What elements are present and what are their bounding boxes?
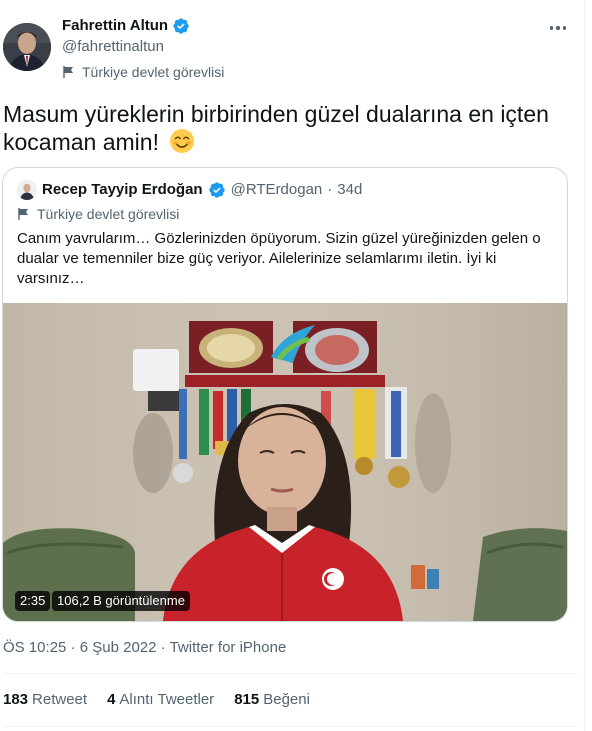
video-duration-badge: 2:35 bbox=[15, 591, 51, 611]
tweet-time[interactable]: ÖS 10:25 bbox=[3, 639, 66, 656]
quoted-tweet-card[interactable]: Recep Tayyip Erdoğan @RTErdogan · 34d Tü… bbox=[2, 167, 568, 622]
quoted-flag-icon bbox=[18, 208, 28, 220]
more-options-icon[interactable] bbox=[540, 16, 576, 40]
author-names: Fahrettin Altun @fahrettinaltun Türkiye … bbox=[62, 16, 224, 82]
quotes-count: 4 bbox=[107, 691, 116, 708]
tweet-text-line-1: Masum yüreklerin birbirinden güzel duala… bbox=[3, 101, 549, 127]
video-player[interactable]: 2:35 106,2 B görüntülenme bbox=[3, 303, 567, 621]
quoted-author-government-label: Türkiye devlet görevlisi bbox=[17, 204, 179, 224]
quoted-author-handle: @RTErdogan bbox=[230, 181, 323, 198]
tweet-source-link[interactable]: Twitter for iPhone bbox=[170, 639, 287, 656]
quoted-verified-badge-icon bbox=[208, 182, 225, 198]
tweet-stats-row: 183 Retweet 4 Alıntı Tweetler 815 Beğeni bbox=[3, 690, 310, 710]
quoted-author-name: Recep Tayyip Erdoğan bbox=[42, 181, 203, 198]
likes-label: Beğeni bbox=[263, 691, 310, 708]
quoted-author-avatar bbox=[17, 180, 37, 200]
meta-separator-1: · bbox=[70, 639, 76, 656]
divider-bottom bbox=[3, 726, 578, 727]
quotes-label: Alıntı Tweetler bbox=[119, 691, 215, 708]
tweet-date[interactable]: 6 Şub 2022 bbox=[80, 639, 157, 656]
author-avatar[interactable] bbox=[3, 23, 51, 71]
quoted-tweet-text: Canım yavrularım… Gözlerinizden öpüyorum… bbox=[17, 230, 541, 287]
quoted-tweet-header: Recep Tayyip Erdoğan @RTErdogan · 34d bbox=[17, 180, 362, 200]
likes-stat[interactable]: 815 Beğeni bbox=[234, 690, 310, 710]
author-display-name[interactable]: Fahrettin Altun bbox=[62, 16, 168, 36]
tweet-author-header: Fahrettin Altun @fahrettinaltun Türkiye … bbox=[0, 10, 584, 80]
quoted-separator: · bbox=[327, 181, 333, 198]
tweet-timestamp-row: ÖS 10:25 · 6 Şub 2022 · Twitter for iPho… bbox=[3, 638, 286, 658]
retweets-stat[interactable]: 183 Retweet bbox=[3, 690, 87, 710]
tweet-text-line-2-text: kocaman amin! bbox=[3, 129, 159, 155]
author-handle[interactable]: @fahrettinaltun bbox=[62, 37, 224, 57]
quoted-label-text: Türkiye devlet görevlisi bbox=[37, 206, 180, 222]
tweet-text-line-2: kocaman amin! bbox=[3, 128, 578, 156]
smiling-face-emoji-icon bbox=[170, 129, 195, 153]
quoted-tweet-age: 34d bbox=[337, 181, 363, 198]
retweets-label: Retweet bbox=[32, 691, 88, 708]
author-government-label: Türkiye devlet görevlisi bbox=[62, 62, 224, 82]
meta-separator-2: · bbox=[160, 639, 166, 656]
verified-badge-icon bbox=[173, 18, 189, 34]
divider bbox=[3, 673, 578, 674]
likes-count: 815 bbox=[234, 691, 260, 708]
quote-tweets-stat[interactable]: 4 Alıntı Tweetler bbox=[107, 690, 214, 710]
video-views-badge: 106,2 B görüntülenme bbox=[52, 591, 190, 611]
author-label-text: Türkiye devlet görevlisi bbox=[82, 64, 225, 80]
tweet-text: Masum yüreklerin birbirinden güzel duala… bbox=[3, 100, 578, 156]
flag-icon bbox=[63, 66, 73, 78]
retweets-count: 183 bbox=[3, 691, 29, 708]
author-name-row[interactable]: Fahrettin Altun bbox=[62, 16, 190, 36]
video-thumbnail bbox=[3, 303, 567, 621]
column-border bbox=[584, 0, 585, 731]
